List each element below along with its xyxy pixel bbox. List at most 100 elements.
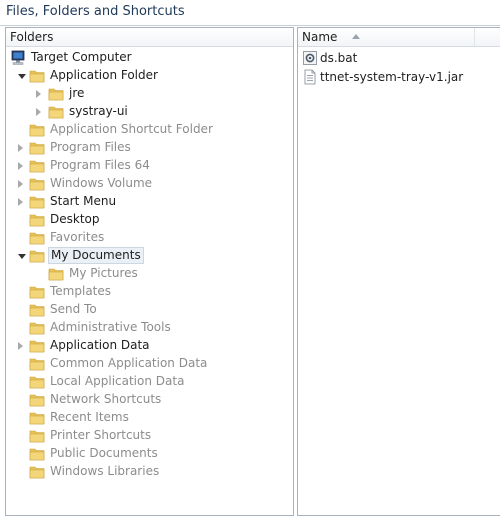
tree-item-label: Common Application Data <box>50 356 208 370</box>
folders-panel: Folders Target Computer Application Folde… <box>5 27 294 516</box>
sort-ascending-icon <box>352 34 360 39</box>
tree-item-target-computer[interactable]: Target Computer <box>6 49 293 67</box>
tree-item-administrative-tools[interactable]: Administrative Tools <box>6 319 293 337</box>
file-name: ttnet-system-tray-v1.jar <box>320 70 464 84</box>
folder-icon <box>29 357 45 371</box>
files-panel: Name ds.bat ttnet-system-tray-v1.jar <box>297 27 500 516</box>
tree-item-start-menu[interactable]: Start Menu <box>6 193 293 211</box>
tree-item-application-data[interactable]: Application Data <box>6 337 293 355</box>
tree-item-program-files-64[interactable]: Program Files 64 <box>6 157 293 175</box>
tree-item-label: Local Application Data <box>50 374 185 388</box>
tree-item-windows-libraries[interactable]: Windows Libraries <box>6 463 293 481</box>
folder-icon <box>29 411 45 425</box>
tree-item-send-to[interactable]: Send To <box>6 301 293 319</box>
folder-icon <box>29 195 45 209</box>
tree-item-label: jre <box>69 86 85 100</box>
tree-item-label: Administrative Tools <box>50 320 171 334</box>
file-row-ttnet-system-tray-v1-jar[interactable]: ttnet-system-tray-v1.jar <box>298 68 500 87</box>
tree-item-label: Public Documents <box>50 446 158 460</box>
title-divider <box>0 25 500 26</box>
tree-item-desktop[interactable]: Desktop <box>6 211 293 229</box>
folder-icon <box>29 393 45 407</box>
tree-item-label: My Pictures <box>69 266 138 280</box>
tree-item-label: Send To <box>50 302 97 316</box>
batch-file-icon <box>302 50 318 66</box>
tree-item-application-shortcut-folder[interactable]: Application Shortcut Folder <box>6 121 293 139</box>
tree-item-label: Recent Items <box>50 410 129 424</box>
folder-icon <box>29 375 45 389</box>
tree-item-application-folder[interactable]: Application Folder <box>6 67 293 85</box>
folder-icon <box>29 249 45 263</box>
tree-item-label: Application Data <box>50 338 150 352</box>
file-name: ds.bat <box>320 51 358 65</box>
folder-icon <box>29 141 45 155</box>
tree-item-label: Printer Shortcuts <box>50 428 152 442</box>
column-divider[interactable] <box>474 28 475 46</box>
folder-icon <box>29 177 45 191</box>
tree-item-recent-items[interactable]: Recent Items <box>6 409 293 427</box>
tree-item-label: My Documents <box>48 247 144 264</box>
tree-item-local-application-data[interactable]: Local Application Data <box>6 373 293 391</box>
file-row-ds-bat[interactable]: ds.bat <box>298 49 500 68</box>
tree-item-public-documents[interactable]: Public Documents <box>6 445 293 463</box>
folder-icon <box>29 213 45 227</box>
expanded-arrow-icon[interactable] <box>18 254 26 259</box>
tree-item-label: Application Folder <box>50 68 158 82</box>
file-list: ds.bat ttnet-system-tray-v1.jar <box>298 49 500 87</box>
tree-item-systray-ui[interactable]: systray-ui <box>6 103 293 121</box>
collapsed-arrow-icon[interactable] <box>18 198 23 206</box>
window-title: Files, Folders and Shortcuts <box>6 4 185 19</box>
tree-item-label: Templates <box>50 284 112 298</box>
computer-icon <box>10 50 26 66</box>
tree-item-label: Application Shortcut Folder <box>50 122 213 136</box>
expanded-arrow-icon[interactable] <box>18 74 26 79</box>
tree-item-jre[interactable]: jre <box>6 85 293 103</box>
tree-item-my-pictures[interactable]: My Pictures <box>6 265 293 283</box>
tree-item-label: Desktop <box>50 212 100 226</box>
tree-item-my-documents[interactable]: My Documents <box>6 247 293 265</box>
tree-item-label: Target Computer <box>31 50 132 64</box>
title-bar: Files, Folders and Shortcuts <box>0 0 500 24</box>
tree-item-label: Favorites <box>50 230 105 244</box>
tree-item-common-application-data[interactable]: Common Application Data <box>6 355 293 373</box>
collapsed-arrow-icon[interactable] <box>18 180 23 188</box>
folder-tree: Target Computer Application Folder jre syst… <box>6 49 293 481</box>
folder-icon <box>29 69 45 83</box>
tree-item-label: Windows Volume <box>50 176 153 190</box>
tree-item-windows-volume[interactable]: Windows Volume <box>6 175 293 193</box>
folder-icon <box>48 267 64 281</box>
collapsed-arrow-icon[interactable] <box>36 90 41 98</box>
tree-item-favorites[interactable]: Favorites <box>6 229 293 247</box>
tree-item-printer-shortcuts[interactable]: Printer Shortcuts <box>6 427 293 445</box>
collapsed-arrow-icon[interactable] <box>18 162 23 170</box>
tree-item-templates[interactable]: Templates <box>6 283 293 301</box>
tree-item-label: Network Shortcuts <box>50 392 162 406</box>
collapsed-arrow-icon[interactable] <box>18 342 23 350</box>
folders-header-label: Folders <box>10 30 54 44</box>
name-header-label: Name <box>302 30 338 44</box>
tree-item-label: Program Files <box>50 140 131 154</box>
tree-item-program-files[interactable]: Program Files <box>6 139 293 157</box>
tree-item-network-shortcuts[interactable]: Network Shortcuts <box>6 391 293 409</box>
folder-icon <box>29 285 45 299</box>
tree-item-label: Start Menu <box>50 194 117 208</box>
collapsed-arrow-icon[interactable] <box>18 144 23 152</box>
tree-item-label: Windows Libraries <box>50 464 160 478</box>
tree-item-label: systray-ui <box>69 104 128 118</box>
folder-icon <box>29 447 45 461</box>
folder-icon <box>29 231 45 245</box>
tree-item-label: Program Files 64 <box>50 158 150 172</box>
folder-icon <box>48 105 64 119</box>
folder-icon <box>29 339 45 353</box>
folder-icon <box>48 87 64 101</box>
collapsed-arrow-icon[interactable] <box>36 108 41 116</box>
folder-icon <box>29 303 45 317</box>
folders-header: Folders <box>6 28 293 47</box>
folder-icon <box>29 321 45 335</box>
folder-icon <box>29 429 45 443</box>
name-column-header[interactable]: Name <box>298 28 500 47</box>
jar-file-icon <box>302 69 318 85</box>
folder-icon <box>29 159 45 173</box>
folder-icon <box>29 123 45 137</box>
folder-icon <box>29 465 45 479</box>
